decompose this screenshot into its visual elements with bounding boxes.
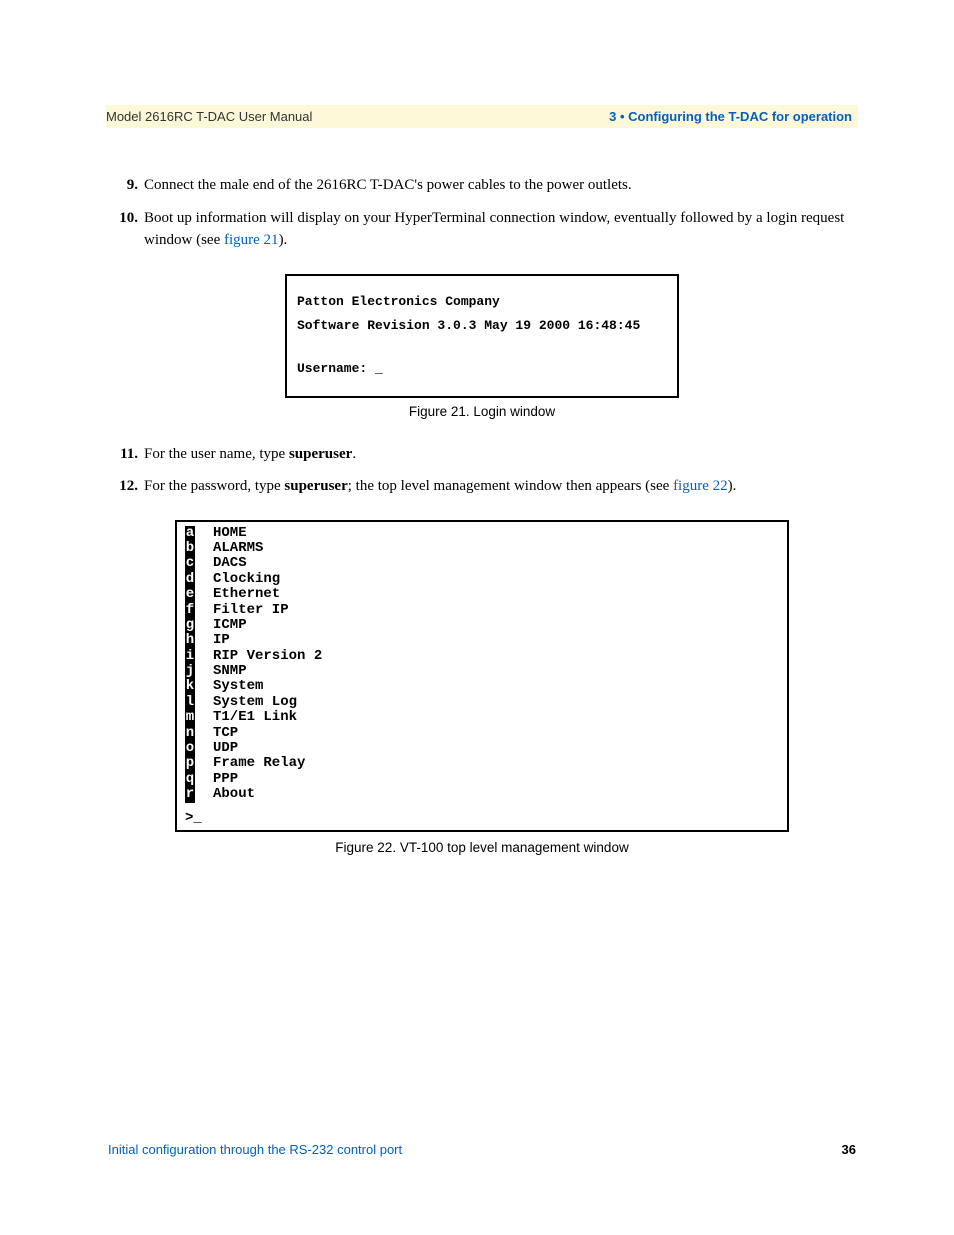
menu-label: About bbox=[213, 787, 255, 802]
figure-21-box: Patton Electronics Company Software Revi… bbox=[285, 274, 679, 398]
menu-item: p Frame Relay bbox=[185, 756, 779, 771]
text-fragment: For the user name, type bbox=[144, 446, 289, 462]
menu-label: RIP Version 2 bbox=[213, 649, 322, 664]
menu-key: p bbox=[185, 756, 195, 771]
menu-key: l bbox=[185, 695, 195, 710]
menu-label: HOME bbox=[213, 526, 247, 541]
figure-link[interactable]: figure 22 bbox=[673, 478, 728, 494]
menu-key: d bbox=[185, 572, 195, 587]
step-9: 9. Connect the male end of the 2616RC T-… bbox=[108, 174, 856, 197]
menu-label: UDP bbox=[213, 741, 238, 756]
menu-item: q PPP bbox=[185, 772, 779, 787]
menu-item: i RIP Version 2 bbox=[185, 649, 779, 664]
step-text: Boot up information will display on your… bbox=[144, 207, 856, 252]
menu-item: k System bbox=[185, 679, 779, 694]
figure-link[interactable]: figure 21 bbox=[224, 232, 279, 248]
step-11: 11. For the user name, type superuser. bbox=[108, 443, 856, 466]
header-manual-title: Model 2616RC T-DAC User Manual bbox=[106, 109, 312, 124]
menu-item: c DACS bbox=[185, 556, 779, 571]
menu-item: f Filter IP bbox=[185, 603, 779, 618]
menu-key: b bbox=[185, 541, 195, 556]
page-number: 36 bbox=[842, 1142, 856, 1157]
menu-item: d Clocking bbox=[185, 572, 779, 587]
menu-label: Ethernet bbox=[213, 587, 280, 602]
figure-21-caption: Figure 21. Login window bbox=[108, 404, 856, 419]
menu-label: System Log bbox=[213, 695, 297, 710]
step-number: 11. bbox=[108, 443, 144, 466]
menu-key: f bbox=[185, 603, 195, 618]
menu-key: e bbox=[185, 587, 195, 602]
menu-key: r bbox=[185, 787, 195, 802]
menu-key: h bbox=[185, 633, 195, 648]
menu-item: h IP bbox=[185, 633, 779, 648]
page-footer: Initial configuration through the RS-232… bbox=[108, 1142, 856, 1157]
menu-label: SNMP bbox=[213, 664, 247, 679]
menu-label: Filter IP bbox=[213, 603, 289, 618]
menu-label: Frame Relay bbox=[213, 756, 305, 771]
menu-label: ALARMS bbox=[213, 541, 263, 556]
menu-item: a HOME bbox=[185, 526, 779, 541]
terminal-prompt: >_ bbox=[185, 811, 779, 826]
bold-text: superuser bbox=[289, 446, 352, 462]
step-12: 12. For the password, type superuser; th… bbox=[108, 475, 856, 498]
menu-key: g bbox=[185, 618, 195, 633]
menu-key: n bbox=[185, 726, 195, 741]
terminal-line: Username: _ bbox=[297, 357, 667, 382]
figure-22-box: a HOME b ALARMS c DACS d Clocking e Ethernet f Filt… bbox=[175, 520, 789, 832]
text-fragment: ; the top level management window then a… bbox=[348, 478, 673, 494]
menu-item: j SNMP bbox=[185, 664, 779, 679]
terminal-line: Software Revision 3.0.3 May 19 2000 16:4… bbox=[297, 314, 667, 339]
menu-label: DACS bbox=[213, 556, 247, 571]
menu-key: k bbox=[185, 679, 195, 694]
menu-label: IP bbox=[213, 633, 230, 648]
step-text: Connect the male end of the 2616RC T-DAC… bbox=[144, 174, 856, 197]
menu-label: T1/E1 Link bbox=[213, 710, 297, 725]
menu-item: m T1/E1 Link bbox=[185, 710, 779, 725]
menu-item: n TCP bbox=[185, 726, 779, 741]
menu-key: a bbox=[185, 526, 195, 541]
menu-item: e Ethernet bbox=[185, 587, 779, 602]
step-number: 9. bbox=[108, 174, 144, 197]
text-fragment: ). bbox=[728, 478, 737, 494]
menu-item: o UDP bbox=[185, 741, 779, 756]
figure-22-caption: Figure 22. VT-100 top level management w… bbox=[108, 840, 856, 855]
menu-label: TCP bbox=[213, 726, 238, 741]
menu-item: b ALARMS bbox=[185, 541, 779, 556]
menu-item: r About bbox=[185, 787, 779, 802]
bold-text: superuser bbox=[284, 478, 347, 494]
text-fragment: . bbox=[352, 446, 356, 462]
menu-key: c bbox=[185, 556, 195, 571]
step-10: 10. Boot up information will display on … bbox=[108, 207, 856, 252]
menu-key: i bbox=[185, 649, 195, 664]
terminal-line: Patton Electronics Company bbox=[297, 290, 667, 315]
menu-item: l System Log bbox=[185, 695, 779, 710]
page-header: Model 2616RC T-DAC User Manual 3 • Confi… bbox=[106, 105, 858, 128]
step-text: For the user name, type superuser. bbox=[144, 443, 856, 466]
step-text: For the password, type superuser; the to… bbox=[144, 475, 856, 498]
menu-label: ICMP bbox=[213, 618, 247, 633]
step-number: 12. bbox=[108, 475, 144, 498]
menu-key: o bbox=[185, 741, 195, 756]
header-chapter-title: 3 • Configuring the T-DAC for operation bbox=[609, 109, 852, 124]
menu-key: m bbox=[185, 710, 195, 725]
menu-label: Clocking bbox=[213, 572, 280, 587]
text-fragment: ). bbox=[279, 232, 288, 248]
text-fragment: For the password, type bbox=[144, 478, 284, 494]
footer-section-title: Initial configuration through the RS-232… bbox=[108, 1142, 402, 1157]
menu-key: q bbox=[185, 772, 195, 787]
menu-key: j bbox=[185, 664, 195, 679]
menu-item: g ICMP bbox=[185, 618, 779, 633]
menu-label: System bbox=[213, 679, 263, 694]
menu-label: PPP bbox=[213, 772, 238, 787]
step-number: 10. bbox=[108, 207, 144, 252]
body-content: 9. Connect the male end of the 2616RC T-… bbox=[108, 174, 856, 855]
